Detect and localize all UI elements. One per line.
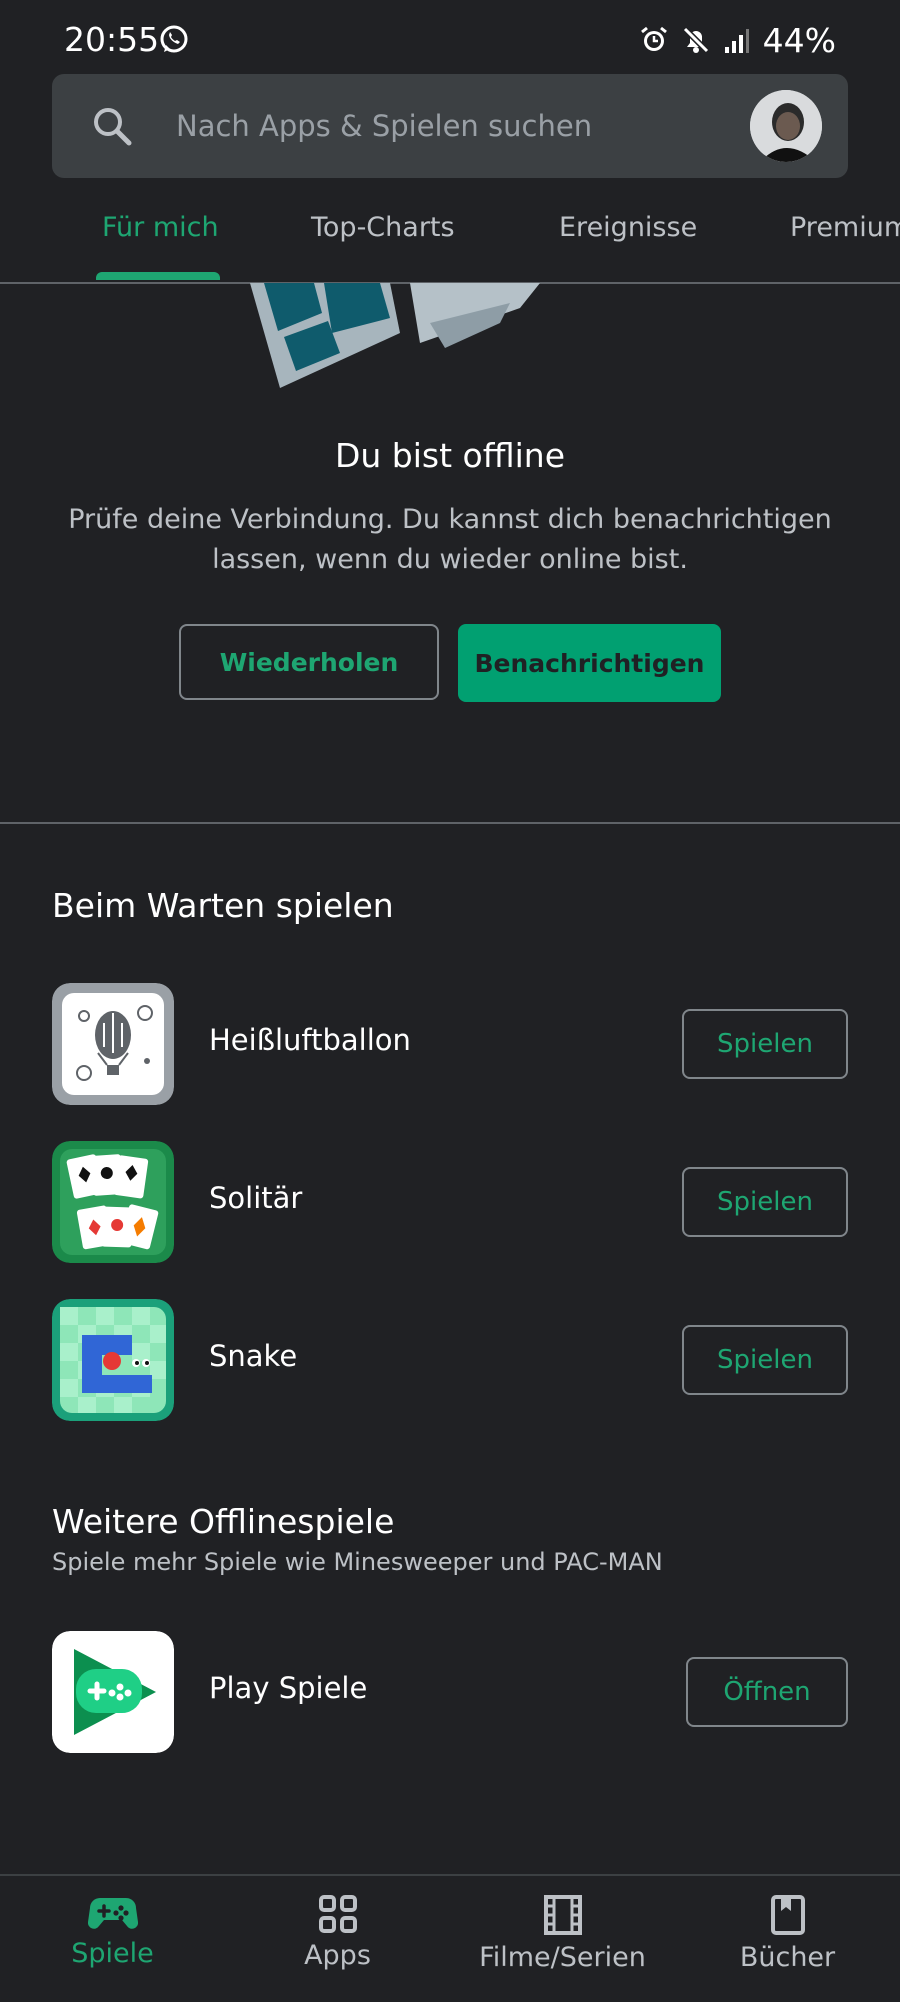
game-name: Solitär [209, 1181, 303, 1215]
signal-icon [724, 29, 749, 53]
play-button[interactable]: Spielen [682, 1009, 848, 1079]
game-row[interactable]: Solitär Spielen [52, 1141, 848, 1263]
tab-premium[interactable]: Premium [790, 212, 900, 243]
play-button[interactable]: Spielen [682, 1167, 848, 1237]
snake-icon [52, 1299, 174, 1421]
more-offline-games-title: Weitere Offlinespiele [52, 1502, 395, 1541]
offline-description: Prüfe deine Verbindung. Du kannst dich b… [68, 504, 832, 575]
nav-label: Apps [304, 1940, 371, 1971]
nav-item-spiele[interactable]: Spiele [0, 1894, 225, 1969]
status-time: 20:55 [64, 20, 160, 59]
nav-item-buecher[interactable]: Bücher [675, 1894, 900, 1973]
retry-button[interactable]: Wiederholen [179, 624, 439, 700]
play-while-waiting-title: Beim Warten spielen [52, 886, 394, 925]
status-indicators: 44% [639, 18, 836, 62]
tab-bar: Für mich Top-Charts Ereignisse Premium [0, 196, 900, 284]
battery-percent: 44% [762, 20, 836, 60]
game-name: Heißluftballon [209, 1023, 411, 1057]
gamepad-icon [87, 1898, 138, 1929]
play-games-icon [52, 1631, 174, 1753]
hot-air-balloon-icon [52, 983, 174, 1105]
app-name: Play Spiele [209, 1671, 368, 1705]
nav-label: Spiele [71, 1938, 154, 1969]
open-button[interactable]: Öffnen [686, 1657, 848, 1727]
tab-fuer-mich[interactable]: Für mich [102, 212, 219, 243]
search-icon[interactable] [90, 104, 134, 148]
search-bar[interactable]: Nach Apps & Spielen suchen [52, 74, 848, 178]
section-divider [0, 822, 900, 824]
avatar[interactable] [750, 90, 822, 162]
film-icon [543, 1895, 582, 1935]
app-row[interactable]: Play Spiele Öffnen [52, 1631, 848, 1753]
more-offline-games-subtitle: Spiele mehr Spiele wie Minesweeper und P… [52, 1548, 663, 1576]
whatsapp-icon [160, 25, 188, 53]
offline-illustration [250, 283, 540, 388]
game-row[interactable]: Heißluftballon Spielen [52, 983, 848, 1105]
nav-label: Filme/Serien [479, 1942, 646, 1973]
bottom-navigation: Spiele Apps Filme/Serien Bücher [0, 1874, 900, 2002]
search-input[interactable]: Nach Apps & Spielen suchen [176, 104, 592, 148]
notify-button[interactable]: Benachrichtigen [458, 624, 721, 702]
book-icon [770, 1895, 805, 1935]
tab-ereignisse[interactable]: Ereignisse [559, 212, 697, 243]
tab-top-charts[interactable]: Top-Charts [311, 212, 455, 243]
nav-item-filme-serien[interactable]: Filme/Serien [450, 1894, 675, 1973]
alarm-icon [640, 26, 667, 51]
nav-label: Bücher [739, 1942, 836, 1973]
play-button[interactable]: Spielen [682, 1325, 848, 1395]
active-tab-indicator [96, 272, 220, 280]
nav-item-apps[interactable]: Apps [225, 1894, 450, 1971]
game-row[interactable]: Snake Spielen [52, 1299, 848, 1421]
solitaire-icon [52, 1141, 174, 1263]
profile-photo [750, 90, 822, 162]
apps-grid-icon [318, 1895, 357, 1933]
game-name: Snake [209, 1339, 298, 1373]
mute-icon [682, 26, 709, 54]
offline-title: Du bist offline [334, 436, 566, 475]
